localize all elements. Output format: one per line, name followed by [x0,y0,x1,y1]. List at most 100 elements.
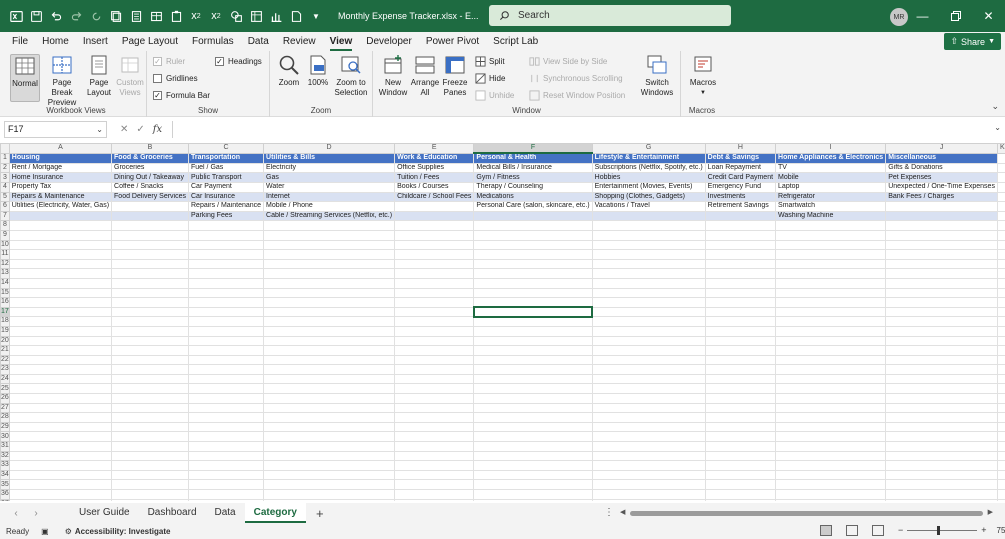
tab-home[interactable]: Home [35,32,76,51]
cell[interactable] [885,229,998,241]
row-header[interactable]: 29 [0,421,10,433]
column-header-g[interactable]: G [591,143,706,154]
cell[interactable] [8,402,113,414]
cell[interactable] [885,220,998,231]
cell[interactable] [394,469,475,481]
cell[interactable] [704,383,777,395]
cell[interactable] [263,325,396,337]
cell[interactable] [591,249,706,260]
zoom-control[interactable]: − + 75% [898,525,1005,535]
cell[interactable] [775,345,887,356]
cell[interactable] [8,354,113,366]
cell[interactable] [473,335,593,347]
cell[interactable] [885,316,998,327]
cell[interactable] [473,229,593,241]
cell[interactable] [394,421,475,433]
cell[interactable] [394,489,475,500]
cell[interactable] [187,421,265,433]
cell[interactable]: Fuel / Gas [187,162,265,174]
cell[interactable] [394,393,475,404]
cell[interactable] [775,220,887,231]
cell[interactable]: TV [775,162,887,174]
cell[interactable]: Property Tax [8,182,113,193]
cell[interactable] [8,239,113,251]
table-icon[interactable] [146,6,166,26]
cell[interactable] [263,258,396,270]
row-header[interactable]: 2 [0,162,10,174]
cell[interactable] [591,393,706,404]
cell[interactable] [473,345,593,356]
cell[interactable] [263,393,396,404]
cell[interactable] [394,268,475,279]
cell[interactable]: Laptop [775,182,887,193]
row-header[interactable]: 35 [0,479,10,490]
cell[interactable] [8,325,113,337]
cell[interactable] [263,277,396,289]
name-box[interactable]: F17 ⌄ [4,121,107,138]
cell[interactable] [8,498,113,501]
zoom-slider-thumb[interactable] [937,525,941,535]
cell[interactable]: Coffee / Snacks [111,182,189,193]
cell[interactable] [473,364,593,375]
normal-view-button[interactable]: Normal [10,54,40,102]
cell[interactable]: Home Insurance [8,172,113,183]
cell[interactable] [187,239,265,251]
cell[interactable] [111,345,189,356]
sheet-tab-dashboard[interactable]: Dashboard [139,503,206,523]
cell[interactable] [775,450,887,462]
cell[interactable] [263,450,396,462]
cell[interactable] [591,364,706,375]
cell[interactable]: Unexpected / One-Time Expenses [885,182,998,193]
cell[interactable] [394,201,475,212]
cell[interactable] [111,239,189,251]
column-header-b[interactable]: B [111,143,189,154]
cell[interactable] [394,412,475,423]
cell[interactable] [704,210,777,222]
cell[interactable] [704,421,777,433]
row-header[interactable]: 10 [0,239,10,251]
cell[interactable] [111,460,189,471]
cell[interactable] [996,316,1005,327]
cell[interactable]: Washing Machine [775,210,887,222]
cell[interactable] [885,325,998,337]
cell[interactable] [263,229,396,241]
cell[interactable] [473,354,593,366]
cell[interactable]: Utilities & Bills [263,152,396,164]
tab-power-pivot[interactable]: Power Pivot [419,32,486,51]
cell[interactable] [111,441,189,452]
normal-view-status-icon[interactable] [820,525,832,536]
cell[interactable]: Bank Fees / Charges [885,191,998,203]
cell[interactable] [885,287,998,299]
cell[interactable]: Rent / Mortgage [8,162,113,174]
cell[interactable] [187,479,265,490]
cell[interactable] [885,268,998,279]
row-header[interactable]: 15 [0,287,10,299]
cell[interactable] [591,220,706,231]
cell[interactable] [591,345,706,356]
cell[interactable] [394,297,475,308]
cell[interactable] [111,383,189,395]
cell[interactable] [704,469,777,481]
cell[interactable] [394,277,475,289]
cell[interactable] [473,469,593,481]
cell[interactable] [591,210,706,222]
row-header[interactable]: 16 [0,297,10,308]
cell[interactable] [8,258,113,270]
paste-icon[interactable] [166,6,186,26]
cell[interactable] [996,268,1005,279]
cell[interactable] [473,421,593,433]
cell[interactable] [996,431,1005,443]
cell[interactable] [996,297,1005,308]
cell[interactable] [704,393,777,404]
cell[interactable] [591,441,706,452]
cell[interactable]: Childcare / School Fees [394,191,475,203]
row-header[interactable]: 20 [0,335,10,347]
zoom-out-icon[interactable]: − [898,525,903,535]
switch-windows-button[interactable]: Switch Windows [639,54,675,98]
cell[interactable] [591,412,706,423]
sheet-tab-user-guide[interactable]: User Guide [70,503,139,523]
row-header[interactable]: 1 [0,152,10,164]
cell[interactable] [591,354,706,366]
cell[interactable] [775,460,887,471]
cell[interactable] [473,460,593,471]
